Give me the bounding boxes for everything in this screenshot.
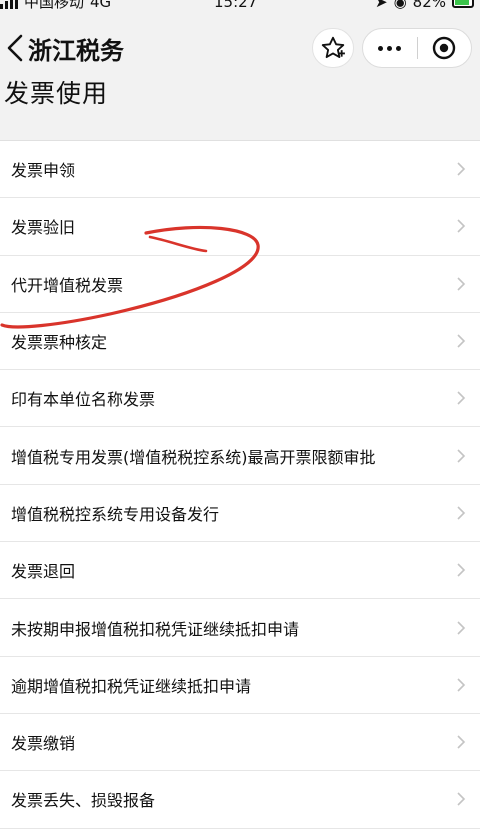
menu-item-label: 代开增值税发票: [11, 275, 124, 295]
menu-item[interactable]: 增值税税控系统专用设备发行: [0, 484, 480, 543]
status-right: ➤ ◉ 82%: [374, 0, 474, 11]
favorite-button[interactable]: [312, 28, 354, 68]
carrier-label: 中国移动: [24, 0, 85, 11]
location-icon: ➤: [374, 0, 388, 11]
mini-program-capsule: [362, 28, 472, 68]
chevron-right-icon: [457, 735, 466, 749]
signal-icon: [0, 0, 18, 9]
page-title: 发票使用: [4, 79, 109, 108]
menu-item-label: 发票验旧: [11, 218, 76, 238]
chevron-right-icon: [457, 162, 466, 176]
battery-icon: [452, 0, 474, 8]
status-left: 中国移动 4G: [0, 0, 112, 11]
menu-item-label: 增值税专用发票(增值税税控系统)最高开票限额审批: [11, 447, 376, 467]
nav-title: 浙江税务: [28, 36, 124, 65]
network-label: 4G: [90, 0, 112, 11]
status-bar: 中国移动 4G 15:27 ➤ ◉ 82%: [0, 0, 480, 14]
menu-item-label: 发票丢失、损毁报备: [11, 791, 156, 811]
chevron-right-icon: [457, 620, 466, 635]
chevron-right-icon: [457, 277, 466, 291]
menu-item[interactable]: 代开增值税发票: [0, 255, 480, 313]
more-button[interactable]: [363, 29, 417, 67]
menu-item[interactable]: 发票申领: [0, 141, 480, 199]
menu-item-label: 未按期申报增值税扣税凭证继续抵扣申请: [11, 619, 300, 639]
menu-item[interactable]: 发票丢失、损毁报备: [0, 771, 480, 829]
menu-item-label: 发票申领: [11, 161, 76, 181]
menu-item-label: 发票退回: [11, 562, 76, 582]
chevron-right-icon: [457, 506, 466, 520]
star-icon: [321, 36, 345, 59]
target-icon: [433, 36, 456, 60]
navigation-bar: 浙江税务: [0, 20, 480, 76]
menu-item[interactable]: 发票票种核定: [0, 312, 480, 371]
menu-list: 发票申领 发票验旧 代开增值税发票 发票票种核定 印有本单位名称发票 增值税专用…: [0, 140, 480, 829]
status-time: 15:27: [214, 0, 258, 11]
alarm-icon: ◉: [393, 0, 407, 11]
chevron-right-icon: [457, 219, 466, 234]
menu-item[interactable]: 发票退回: [0, 542, 480, 600]
menu-item-label: 逾期增值税扣税凭证继续抵扣申请: [11, 676, 252, 696]
more-icon: [378, 45, 402, 51]
menu-item[interactable]: 发票验旧: [0, 198, 480, 256]
menu-item[interactable]: 未按期申报增值税扣税凭证继续抵扣申请: [0, 599, 480, 657]
battery-percent: 82%: [412, 0, 446, 11]
menu-item-label: 印有本单位名称发票: [11, 390, 156, 410]
menu-item[interactable]: 发票缴销: [0, 713, 480, 772]
chevron-right-icon: [457, 792, 466, 806]
back-chevron-icon: [7, 34, 23, 62]
chevron-right-icon: [457, 391, 466, 405]
menu-item[interactable]: 逾期增值税扣税凭证继续抵扣申请: [0, 656, 480, 714]
menu-item[interactable]: 增值税专用发票(增值税税控系统)最高开票限额审批: [0, 427, 480, 485]
chevron-right-icon: [457, 334, 466, 348]
chevron-right-icon: [457, 449, 466, 463]
menu-item-label: 增值税税控系统专用设备发行: [11, 504, 220, 524]
chevron-right-icon: [457, 678, 466, 692]
menu-item[interactable]: 印有本单位名称发票: [0, 370, 480, 428]
close-mini-program-button[interactable]: [418, 29, 472, 67]
chevron-right-icon: [457, 563, 466, 577]
menu-item-label: 发票票种核定: [11, 333, 108, 353]
menu-item-label: 发票缴销: [11, 734, 76, 754]
back-button[interactable]: 浙江税务: [6, 28, 124, 68]
